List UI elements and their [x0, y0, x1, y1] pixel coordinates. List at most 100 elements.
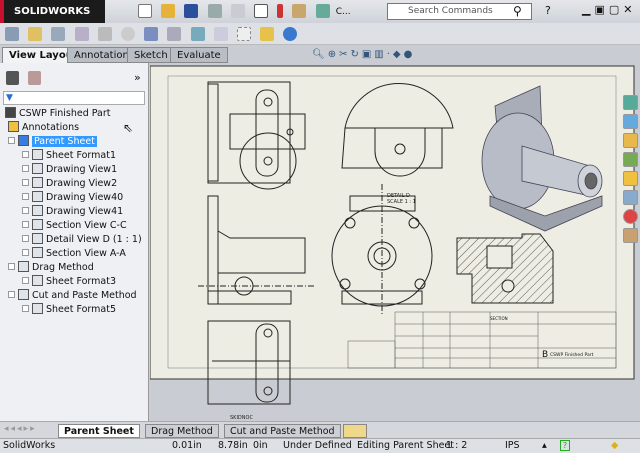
detail-view-icon — [32, 233, 43, 244]
expand-toggle-icon[interactable] — [22, 221, 29, 228]
window-controls[interactable]: ▁▣▢✕ — [582, 3, 636, 16]
feature-manager-panel: » ▼ CSWP Finished Part Annotations Parent… — [0, 63, 149, 421]
overflow-label[interactable]: C... — [336, 7, 351, 17]
tab-sketch[interactable]: Sketch — [127, 47, 175, 63]
heads-up-view-toolbar[interactable]: 🔍︎⊕✂↻▣▥·◆● — [312, 49, 415, 60]
tree-item[interactable]: Drawing View40 — [22, 191, 123, 205]
drawing-icon — [5, 107, 16, 118]
expand-panel-icon[interactable]: » — [134, 71, 141, 84]
crop-view-icon[interactable] — [213, 27, 228, 41]
update-view-icon[interactable] — [283, 27, 298, 41]
status-units[interactable]: IPS — [505, 439, 520, 453]
search-icon[interactable]: ⚲ — [513, 4, 522, 18]
tree-item[interactable]: Drawing View41 — [22, 205, 123, 219]
sheet-tab-cut-and-paste-method[interactable]: Cut and Paste Method — [224, 424, 341, 438]
command-toolbar — [0, 23, 640, 45]
expand-toggle-icon[interactable] — [8, 137, 15, 144]
expand-toggle-icon[interactable] — [8, 263, 15, 270]
drawing-view-icon — [32, 191, 43, 202]
drawing-view-icon — [32, 163, 43, 174]
expand-toggle-icon[interactable] — [22, 179, 29, 186]
select-icon[interactable] — [253, 4, 268, 18]
tree-filter-input[interactable]: ▼ — [3, 91, 145, 105]
tree-item[interactable]: Section View C-C — [22, 219, 127, 233]
undo-icon[interactable] — [230, 4, 245, 18]
title-block-part-name: CSWP Finished Part — [550, 352, 594, 358]
tree-item[interactable]: Parent Sheet — [8, 135, 97, 149]
alternate-position-icon[interactable] — [236, 27, 251, 41]
units-arrow-icon[interactable]: ▴ — [542, 439, 547, 453]
options-icon[interactable] — [315, 4, 330, 18]
expand-toggle-icon[interactable] — [22, 165, 29, 172]
search-commands-input[interactable]: Search Commands — [387, 3, 532, 20]
tree-item[interactable]: Drawing View1 — [22, 163, 117, 177]
appearances-icon[interactable] — [623, 209, 638, 224]
drawing-sheet: DETAIL D SCALE 1 : 1 SKIDNOC B CSWP Fini… — [150, 65, 635, 421]
title-block-section: SECTION — [490, 316, 508, 321]
model-view-icon[interactable] — [5, 27, 19, 41]
expand-toggle-icon[interactable] — [22, 249, 29, 256]
rebuild-icon[interactable] — [277, 4, 284, 18]
solidworks-resources-icon[interactable] — [623, 95, 638, 110]
status-scale[interactable]: 1 : 2 — [446, 439, 467, 453]
broken-out-section-icon[interactable] — [167, 27, 182, 41]
quick-access-toolbar: C... — [135, 4, 351, 18]
rebuild-status-icon[interactable]: ◆ — [611, 439, 618, 453]
tree-item[interactable]: Sheet Format1 — [22, 149, 116, 163]
add-sheet-icon[interactable] — [343, 424, 367, 438]
tree-item[interactable]: Detail View D (1 : 1) — [22, 233, 142, 247]
expand-toggle-icon[interactable] — [22, 235, 29, 242]
break-icon[interactable] — [190, 27, 205, 41]
property-manager-tab-icon[interactable] — [28, 71, 42, 85]
tree-item-label: Drag Method — [32, 262, 94, 273]
sheet-icon — [18, 135, 29, 146]
detail-view-icon[interactable] — [120, 27, 135, 41]
expand-toggle-icon[interactable] — [22, 151, 29, 158]
tree-item[interactable]: Cut and Paste Method — [8, 289, 137, 303]
tree-item[interactable]: Sheet Format3 — [22, 275, 116, 289]
home-icon[interactable] — [623, 133, 638, 148]
expand-toggle-icon[interactable] — [22, 193, 29, 200]
expand-toggle-icon[interactable] — [8, 291, 15, 298]
print-icon[interactable] — [207, 4, 222, 18]
auxiliary-view-icon[interactable] — [51, 27, 66, 41]
tree-item[interactable]: Drawing View2 — [22, 177, 117, 191]
sheet-tab-drag-method[interactable]: Drag Method — [145, 424, 219, 438]
sheet-navigation-arrows[interactable]: ◂◂◂▸▸ — [4, 424, 37, 434]
design-library-icon[interactable] — [623, 114, 638, 129]
open-icon[interactable] — [161, 4, 176, 18]
tree-item-label: Drawing View41 — [46, 206, 124, 217]
custom-properties-icon[interactable] — [623, 190, 638, 205]
view-palette-icon[interactable] — [623, 152, 638, 167]
aligned-section-icon[interactable] — [97, 27, 112, 41]
projected-view-icon[interactable] — [28, 27, 43, 41]
section-view-icon — [32, 219, 43, 230]
help-icon[interactable]: ? — [560, 440, 570, 451]
tree-root[interactable]: CSWP Finished Part — [5, 107, 111, 121]
drawing-canvas[interactable]: DETAIL D SCALE 1 : 1 SKIDNOC B CSWP Fini… — [150, 63, 640, 421]
tree-item[interactable]: Section View A-A — [22, 247, 126, 261]
new-icon[interactable] — [138, 4, 152, 18]
tab-evaluate[interactable]: Evaluate — [170, 47, 228, 63]
feature-manager-tab-icon[interactable] — [6, 71, 19, 85]
sheet-tab-parent-sheet[interactable]: Parent Sheet — [58, 424, 140, 438]
expand-toggle-icon[interactable] — [22, 207, 29, 214]
file-properties-icon[interactable] — [292, 4, 307, 18]
tree-item[interactable]: Annotations — [8, 121, 79, 135]
forum-icon[interactable] — [623, 228, 638, 243]
tree-item[interactable]: Sheet Format5 — [22, 303, 116, 317]
help-icon[interactable]: ? — [545, 4, 551, 17]
empty-view-icon[interactable] — [260, 27, 275, 41]
expand-toggle-icon[interactable] — [22, 305, 29, 312]
tree-item-label: Drawing View40 — [46, 192, 124, 203]
save-icon[interactable] — [184, 4, 199, 18]
expand-toggle-icon[interactable] — [22, 277, 29, 284]
standard-3-view-icon[interactable] — [144, 27, 159, 41]
status-y: 8.78in — [218, 440, 248, 451]
section-view-icon[interactable] — [74, 27, 89, 41]
tab-annotation[interactable]: Annotation — [67, 47, 136, 63]
detail-scale: SCALE 1 : 1 — [387, 199, 416, 205]
file-explorer-icon[interactable] — [623, 171, 638, 186]
tree-item[interactable]: Drag Method — [8, 261, 94, 275]
tree-item-label: Sheet Format3 — [46, 276, 117, 287]
